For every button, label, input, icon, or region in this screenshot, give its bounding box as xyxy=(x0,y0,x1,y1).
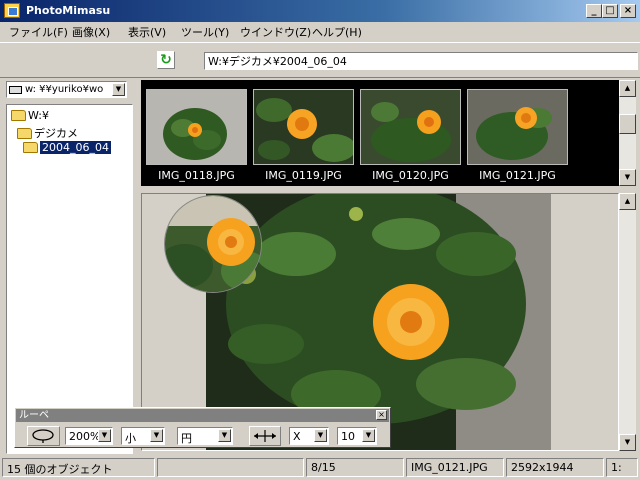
scroll-up-button[interactable]: ▲ xyxy=(619,193,636,210)
path-input[interactable] xyxy=(204,52,638,70)
scroll-down-button[interactable]: ▼ xyxy=(619,434,636,451)
thumbnail-caption: IMG_0121.JPG xyxy=(479,169,556,182)
size-select[interactable]: 小 ▼ xyxy=(121,427,165,445)
zoom-select[interactable]: 200% ▼ xyxy=(65,427,113,445)
status-extra: 1: xyxy=(606,458,638,477)
chevron-down-icon[interactable]: ▼ xyxy=(314,429,327,442)
loupe-close-button[interactable]: × xyxy=(376,410,387,420)
cross-arrows-icon xyxy=(254,430,276,442)
move-axis-button[interactable] xyxy=(249,426,281,446)
viewer-scrollbar[interactable]: ▲ ▼ xyxy=(619,193,636,451)
thumbnail-image[interactable] xyxy=(146,89,247,165)
folder-tree[interactable]: W:¥ デジカメ 2004_06_04 xyxy=(6,104,133,454)
loupe-lens[interactable] xyxy=(164,195,262,293)
thumbnail-image[interactable] xyxy=(253,89,356,165)
scroll-down-button[interactable]: ▼ xyxy=(619,169,636,186)
status-filename: IMG_0121.JPG xyxy=(406,458,504,477)
menu-window[interactable]: ウインドウ(Z) xyxy=(240,24,311,40)
step-select[interactable]: 10 ▼ xyxy=(337,427,377,445)
thumbnail-scrollbar[interactable]: ▲ ▼ xyxy=(619,80,636,186)
minimize-button[interactable]: _ xyxy=(586,4,602,18)
title-bar[interactable]: PhotoMimasu _ □ × xyxy=(0,0,640,22)
tree-item-2004-06-04[interactable]: 2004_06_04 xyxy=(23,141,111,156)
chevron-down-icon[interactable]: ▼ xyxy=(218,429,231,442)
drive-select[interactable]: w: ¥¥yuriko¥wo ▼ xyxy=(6,81,127,98)
drive-label: w: ¥¥yuriko¥wo xyxy=(25,84,104,95)
chevron-down-icon[interactable]: ▼ xyxy=(150,429,163,442)
menu-image[interactable]: 画像(X) xyxy=(72,24,110,40)
menu-bar: ファイル(F) 画像(X) 表示(V) ツール(Y) ウインドウ(Z) ヘルプ(… xyxy=(0,22,640,40)
axis-select[interactable]: X ▼ xyxy=(289,427,329,445)
folder-open-icon xyxy=(23,142,38,153)
tree-item-root[interactable]: W:¥ xyxy=(11,109,49,124)
chevron-down-icon[interactable]: ▼ xyxy=(362,429,375,442)
thumbnail-strip[interactable]: IMG_0118.JPG IMG_0119.JPG IMG_0120.JPG I… xyxy=(141,80,619,186)
loupe-toggle-button[interactable] xyxy=(27,426,60,446)
magnifier-icon xyxy=(32,429,54,443)
app-icon[interactable] xyxy=(4,3,20,18)
chevron-down-icon[interactable]: ▼ xyxy=(112,83,125,96)
thumbnail-caption: IMG_0119.JPG xyxy=(265,169,342,182)
shape-select[interactable]: 円 ▼ xyxy=(177,427,233,445)
refresh-button[interactable]: ↻ xyxy=(157,51,175,69)
thumbnail-image[interactable] xyxy=(467,89,568,165)
scroll-up-button[interactable]: ▲ xyxy=(619,80,636,97)
pane-splitter[interactable] xyxy=(135,78,140,454)
status-empty xyxy=(157,458,304,477)
loupe-panel[interactable]: ルーペ × 200% ▼ 小 ▼ 円 ▼ X ▼ 10 ▼ xyxy=(14,407,391,448)
window-title: PhotoMimasu xyxy=(26,4,111,17)
menu-file[interactable]: ファイル(F) xyxy=(9,24,68,40)
scrollbar-thumb[interactable] xyxy=(619,114,636,134)
refresh-icon: ↻ xyxy=(160,52,172,68)
menu-help[interactable]: ヘルプ(H) xyxy=(312,24,362,40)
thumbnail-caption: IMG_0120.JPG xyxy=(372,169,449,182)
maximize-button[interactable]: □ xyxy=(602,4,618,18)
network-drive-icon xyxy=(9,86,22,94)
loupe-panel-title[interactable]: ルーペ × xyxy=(16,409,389,422)
thumbnail-caption: IMG_0118.JPG xyxy=(158,169,235,182)
toolbar: ↻ xyxy=(0,42,640,78)
status-position: 8/15 xyxy=(306,458,404,477)
status-bar: 15 個のオブジェクト 8/15 IMG_0121.JPG 2592x1944 … xyxy=(0,456,640,480)
status-dimensions: 2592x1944 xyxy=(506,458,604,477)
folder-open-icon xyxy=(17,128,32,139)
tree-item-dejikame[interactable]: デジカメ xyxy=(17,125,78,140)
close-button[interactable]: × xyxy=(620,4,636,18)
menu-tools[interactable]: ツール(Y) xyxy=(181,24,229,40)
status-object-count: 15 個のオブジェクト xyxy=(2,458,155,477)
menu-view[interactable]: 表示(V) xyxy=(128,24,166,40)
chevron-down-icon[interactable]: ▼ xyxy=(98,429,111,442)
folder-open-icon xyxy=(11,110,26,121)
thumbnail-image[interactable] xyxy=(360,89,461,165)
